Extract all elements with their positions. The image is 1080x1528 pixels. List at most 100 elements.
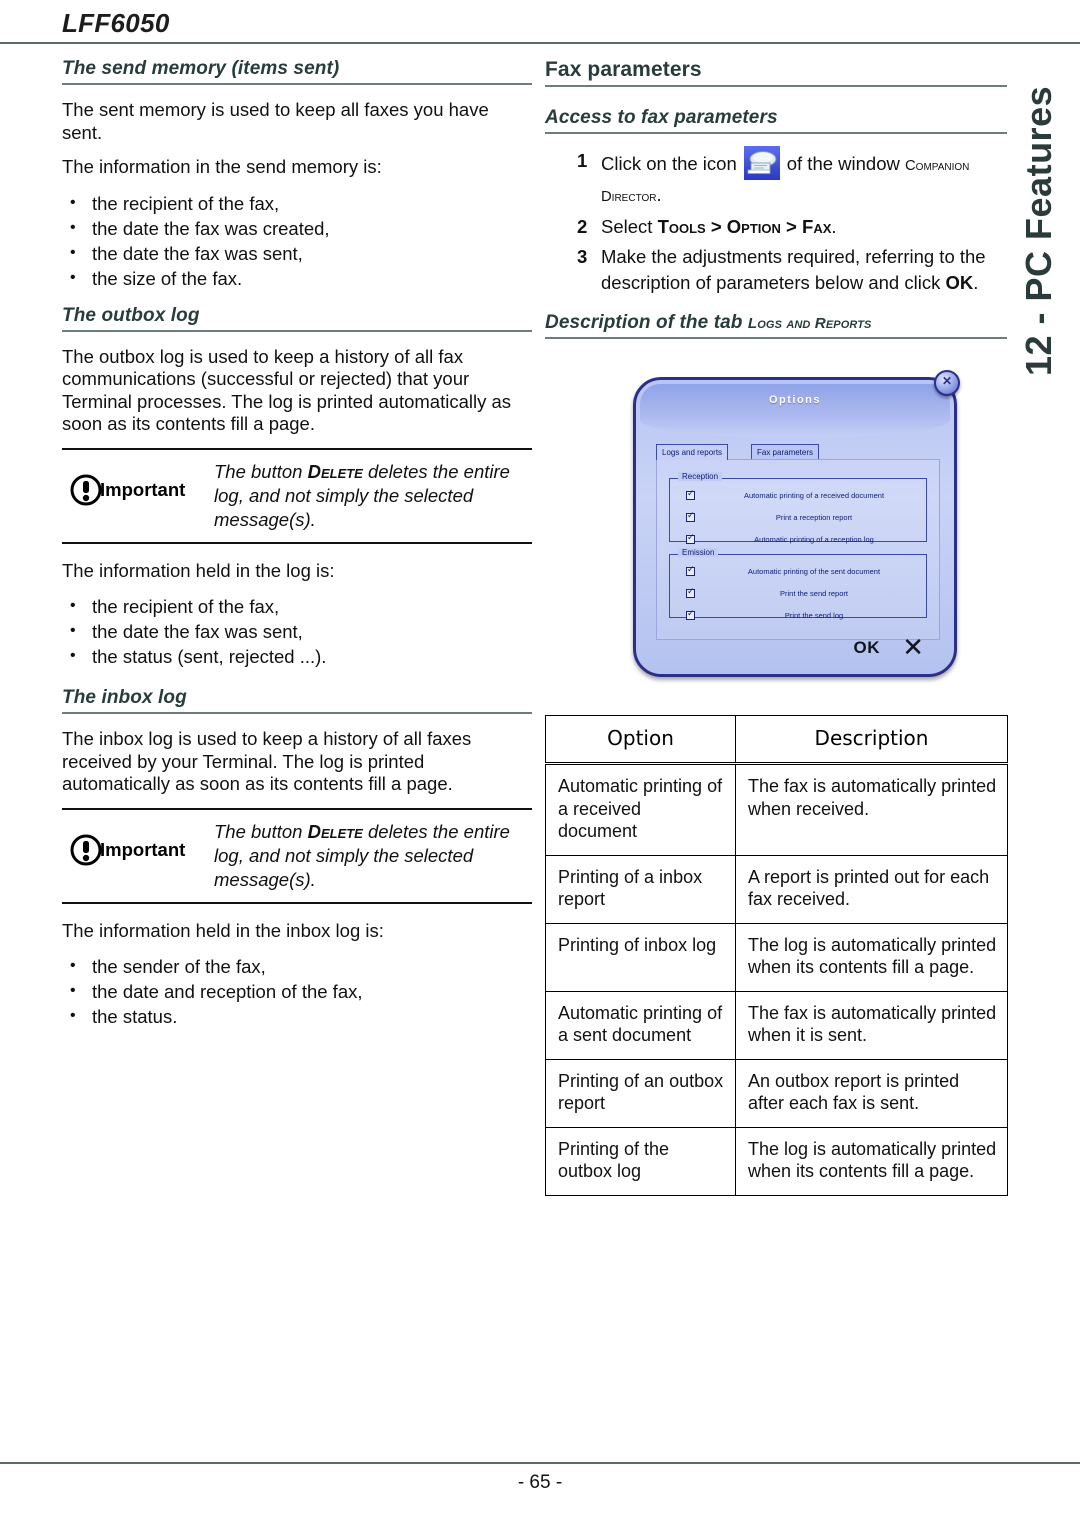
heading-underline bbox=[545, 85, 1007, 87]
access-steps: 1 Click on the icon of the window Companio… bbox=[545, 146, 1007, 296]
right-column: Fax parameters Access to fax parameters … bbox=[545, 58, 1008, 1196]
table-header-row: Option Description bbox=[545, 715, 1008, 765]
step-term-companion: Companion bbox=[905, 157, 970, 174]
callout-label: Important bbox=[100, 478, 186, 500]
section-outbox-log-heading: The outbox log bbox=[62, 305, 532, 332]
callout-text-before: The button bbox=[214, 460, 308, 482]
callout-bottom-rule bbox=[62, 541, 532, 544]
step-number: 2 bbox=[577, 216, 588, 237]
step-text-part2: of the window bbox=[786, 152, 905, 174]
cancel-x-icon[interactable]: ✕ bbox=[902, 634, 924, 660]
cell-description: A report is printed out for each fax rec… bbox=[735, 854, 1008, 924]
checkbox-print-reception-report[interactable] bbox=[686, 510, 695, 522]
table-row: Printing of a inbox report A report is p… bbox=[545, 854, 1008, 924]
exclamation-circle-icon bbox=[70, 834, 102, 865]
outbox-log-list-intro: The information held in the log is: bbox=[62, 559, 335, 581]
step-number: 1 bbox=[577, 150, 588, 171]
callout-keyword: Delete bbox=[307, 460, 363, 482]
list-item: the size of the fax. bbox=[62, 265, 532, 291]
checkbox-label: Print the send log bbox=[784, 611, 844, 620]
important-callout-outbox: Important The button Delete deletes the … bbox=[62, 447, 532, 544]
column-header-description: Description bbox=[735, 715, 1008, 765]
list-item: the date the fax was sent, bbox=[62, 240, 532, 266]
heading-fax-parameters: Fax parameters bbox=[545, 58, 702, 81]
checkbox-label: Print the send report bbox=[780, 589, 848, 598]
list-item: the sender of the fax, bbox=[62, 953, 532, 979]
checkbox-row[interactable]: Automatic printing of a received documen… bbox=[670, 487, 926, 506]
heading-underline bbox=[62, 712, 532, 714]
checkbox-auto-print-received-document[interactable] bbox=[686, 488, 695, 500]
section-description-heading: Description of the tab Logs and Reports bbox=[545, 312, 1007, 339]
cell-option: Automatic printing of a received documen… bbox=[545, 763, 736, 856]
dialog-title: Options bbox=[768, 394, 822, 406]
outbox-log-intro: The outbox log is used to keep a history… bbox=[62, 345, 512, 435]
checkbox-print-send-log[interactable] bbox=[686, 608, 695, 620]
callout-label: Important bbox=[100, 838, 186, 860]
checkbox-label: Print a reception report bbox=[775, 513, 853, 522]
left-column: The send memory (items sent) The sent me… bbox=[62, 58, 532, 1043]
heading-outbox-log: The outbox log bbox=[62, 304, 200, 326]
step-text-part1: Make the adjustments required, referring… bbox=[601, 246, 986, 293]
section-fax-parameters-heading: Fax parameters bbox=[545, 58, 1007, 87]
close-icon[interactable] bbox=[934, 370, 960, 396]
dialog-tab-panel: Reception Automatic printing of a receiv… bbox=[656, 459, 940, 640]
list-item: the recipient of the fax, bbox=[62, 190, 532, 216]
ok-button[interactable]: OK bbox=[854, 638, 881, 658]
exclamation-circle-icon bbox=[70, 474, 102, 505]
heading-inbox-log: The inbox log bbox=[62, 687, 187, 708]
checkbox-row[interactable]: Print the send log bbox=[670, 607, 926, 626]
step-2: 2 Select Tools > Option > Fax. bbox=[545, 214, 1007, 240]
dialog-titlebar bbox=[640, 384, 950, 438]
cell-description: An outbox report is printed after each f… bbox=[735, 1058, 1008, 1128]
important-callout-inbox: Important The button Delete deletes the … bbox=[62, 807, 532, 904]
step-term-fax: Fax bbox=[802, 216, 832, 237]
heading-underline bbox=[545, 132, 1007, 134]
list-item: the date the fax was created, bbox=[62, 215, 532, 241]
header-divider bbox=[0, 42, 1080, 44]
checkbox-label: Automatic printing of a received documen… bbox=[743, 491, 885, 500]
list-item: the recipient of the fax, bbox=[62, 593, 532, 619]
checkbox-auto-print-reception-log[interactable] bbox=[686, 532, 695, 544]
options-dialog-screenshot: Options Logs and reports Fax parameters … bbox=[619, 363, 969, 693]
cell-option: Printing of a inbox report bbox=[545, 854, 736, 924]
callout-keyword: Delete bbox=[307, 820, 363, 842]
tab-fax-parameters[interactable]: Fax parameters bbox=[751, 444, 820, 460]
cell-description: The log is automatically printed when it… bbox=[735, 922, 1008, 992]
send-memory-intro: The sent memory is used to keep all faxe… bbox=[62, 99, 489, 143]
step-3: 3 Make the adjustments required, referrin… bbox=[545, 244, 1007, 296]
chapter-side-tab: 12 - PC Features bbox=[1018, 46, 1074, 376]
checkbox-row[interactable]: Print the send report bbox=[670, 585, 926, 604]
send-memory-bullets: the recipient of the fax, the date the f… bbox=[62, 190, 532, 291]
cell-description: The fax is automatically printed when it… bbox=[735, 990, 1008, 1060]
checkbox-row[interactable]: Automatic printing of the sent document bbox=[670, 563, 926, 582]
inbox-log-list-intro: The information held in the inbox log is… bbox=[62, 919, 384, 941]
inbox-log-bullets: the sender of the fax, the date and rece… bbox=[62, 953, 532, 1029]
dialog-footer: OK ✕ bbox=[636, 634, 954, 666]
checkbox-row[interactable]: Print a reception report bbox=[670, 509, 926, 528]
group-reception: Reception Automatic printing of a receiv… bbox=[669, 472, 927, 544]
step-term-director: Director bbox=[601, 189, 657, 205]
dialog-window: Options Logs and reports Fax parameters … bbox=[633, 370, 960, 677]
heading-send-memory: The send memory (items sent) bbox=[62, 58, 340, 79]
checkbox-label: Automatic printing of a reception log bbox=[754, 535, 874, 544]
inbox-log-intro: The inbox log is used to keep a history … bbox=[62, 728, 472, 794]
group-legend-emission: Emission bbox=[678, 548, 719, 557]
tab-logs-and-reports[interactable]: Logs and reports bbox=[656, 444, 729, 460]
dialog-tabstrip: Logs and reports Fax parameters bbox=[656, 444, 940, 460]
send-memory-list-intro: The information in the send memory is: bbox=[62, 156, 382, 177]
table-row: Printing of the outbox log The log is au… bbox=[545, 1126, 1008, 1196]
callout-badge: Important bbox=[62, 460, 214, 506]
cell-description: The log is automatically printed when it… bbox=[735, 1126, 1008, 1196]
step-term-tools: Tools bbox=[657, 216, 706, 237]
heading-prefix: Description of the tab bbox=[545, 312, 748, 333]
chapter-side-tab-label: 12 - PC Features bbox=[1018, 85, 1059, 376]
table-row: Automatic printing of a received documen… bbox=[545, 763, 1008, 856]
checkbox-print-send-report[interactable] bbox=[686, 586, 695, 598]
step-text-part1: Click on the icon bbox=[601, 152, 737, 174]
cell-description: The fax is automatically printed when re… bbox=[735, 763, 1008, 856]
checkbox-auto-print-sent-document[interactable] bbox=[686, 564, 695, 576]
step-text-part1: Select bbox=[601, 216, 658, 237]
list-item: the status (sent, rejected ...). bbox=[62, 643, 532, 669]
outbox-log-bullets: the recipient of the fax, the date the f… bbox=[62, 593, 532, 669]
heading-underline bbox=[62, 83, 532, 85]
